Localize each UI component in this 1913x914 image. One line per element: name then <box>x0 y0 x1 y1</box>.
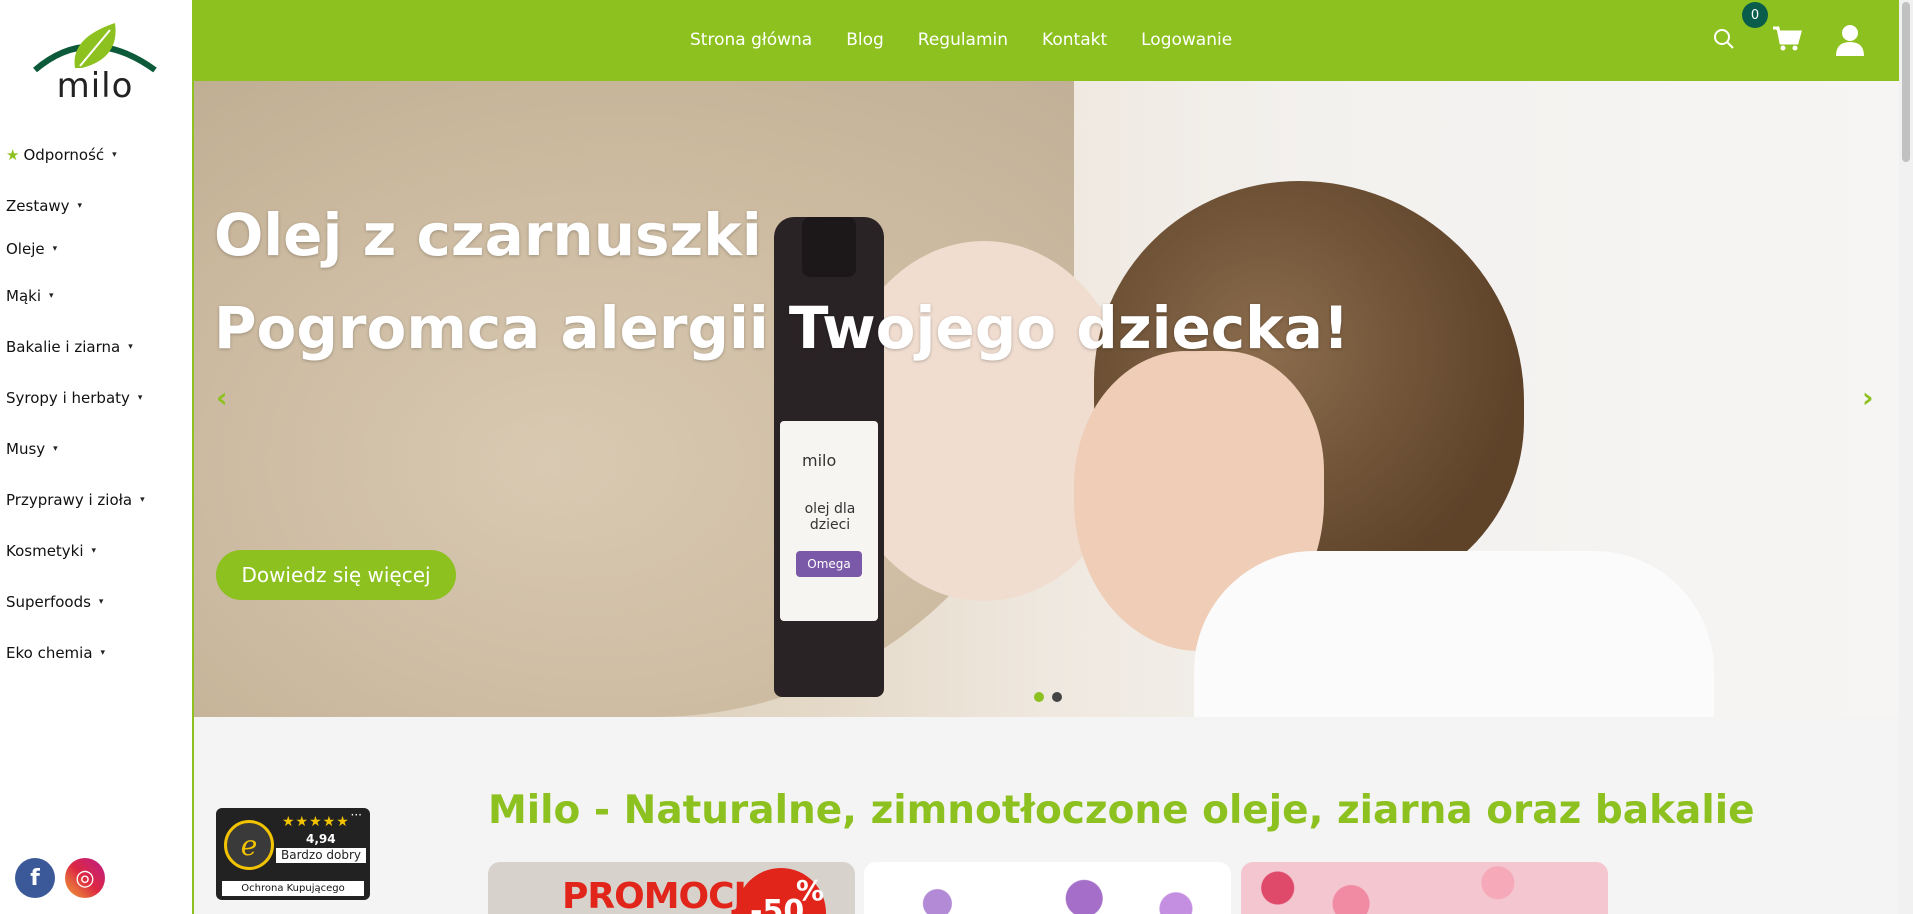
caret-down-icon: ▾ <box>77 201 83 211</box>
sidebar-item-label: Zestawy <box>6 197 70 215</box>
logo-text: milo <box>56 66 134 106</box>
discount-badge: -50 % <box>736 868 826 914</box>
sidebar-item-label: Bakalie i ziarna <box>6 338 121 356</box>
sidebar-item-przyprawy[interactable]: Przyprawy i zioła ▾ <box>6 491 145 509</box>
sidebar-item-oleje[interactable]: Oleje ▾ <box>6 240 57 258</box>
hero-slider: milo olej dla dzieci Omega Olej z czarnu… <box>194 81 1899 717</box>
star-icon: ★ <box>6 146 20 164</box>
flowers-image <box>864 862 1231 914</box>
learn-more-button[interactable]: Dowiedz się więcej <box>216 550 456 600</box>
sidebar-item-label: Przyprawy i zioła <box>6 491 133 509</box>
cart-icon[interactable] <box>1772 26 1802 56</box>
facebook-icon[interactable]: f <box>15 858 55 898</box>
trusted-shops-seal-icon: e <box>224 820 274 870</box>
sidebar-item-zestawy[interactable]: Zestawy ▾ <box>6 197 82 215</box>
section-title: Milo - Naturalne, zimnotłoczone oleje, z… <box>488 788 1755 833</box>
caret-down-icon: ▾ <box>140 495 145 505</box>
product-card-flowers[interactable] <box>864 862 1231 914</box>
main-menu: Strona główna Blog Regulamin Kontakt Log… <box>690 30 1232 50</box>
caret-down-icon: ▾ <box>53 444 58 454</box>
caret-down-icon: ▾ <box>128 342 133 352</box>
sidebar-item-superfoods[interactable]: Superfoods ▾ <box>6 593 103 611</box>
milo-logo[interactable]: milo <box>30 18 160 108</box>
sidebar-item-label: Eko chemia <box>6 644 93 662</box>
sidebar-item-label: Superfoods <box>6 593 91 611</box>
sidebar-item-label: Syropy i herbaty <box>6 389 130 407</box>
caret-down-icon: ▾ <box>137 393 143 403</box>
next-slide-arrow-icon[interactable]: › <box>1862 381 1874 414</box>
caret-down-icon: ▾ <box>91 546 97 556</box>
caret-down-icon: ▾ <box>52 244 58 254</box>
instagram-icon[interactable]: ◎ <box>65 858 105 898</box>
sidebar-item-label: Mąki <box>6 287 41 305</box>
caret-down-icon: ▾ <box>112 150 117 160</box>
sidebar-item-musy[interactable]: Musy ▾ <box>6 440 58 458</box>
scrollbar-thumb[interactable] <box>1902 2 1910 162</box>
bottle-text: olej dla dzieci <box>804 501 856 533</box>
slider-dot-1[interactable] <box>1034 692 1044 702</box>
sidebar-item-kosmetyki[interactable]: Kosmetyki ▾ <box>6 542 96 560</box>
rating-value: 4,94 <box>306 832 336 846</box>
search-icon[interactable] <box>1713 28 1735 54</box>
caret-down-icon: ▾ <box>49 291 54 301</box>
bottle-badge: Omega <box>796 551 862 577</box>
menu-link-logowanie[interactable]: Logowanie <box>1141 30 1232 50</box>
sidebar-item-label: Musy <box>6 440 46 458</box>
top-header: Strona główna Blog Regulamin Kontakt Log… <box>194 0 1899 81</box>
sidebar-item-eko-chemia[interactable]: Eko chemia ▾ <box>6 644 105 662</box>
menu-link-home[interactable]: Strona główna <box>690 30 812 50</box>
product-card-roses[interactable] <box>1241 862 1608 914</box>
hero-title-line2: Pogromca alergii Twojego dziecka! <box>214 294 1350 362</box>
user-icon[interactable] <box>1835 24 1865 60</box>
hero-image-bottle-neck <box>802 217 856 277</box>
prev-slide-arrow-icon[interactable]: ‹ <box>216 381 228 414</box>
sidebar-item-syropy[interactable]: Syropy i herbaty ▾ <box>6 389 142 407</box>
menu-link-kontakt[interactable]: Kontakt <box>1042 30 1107 50</box>
roses-image <box>1241 862 1608 914</box>
sidebar-item-label: Oleje <box>6 240 45 258</box>
slider-dot-2[interactable] <box>1052 692 1062 702</box>
sidebar-item-odpornosc[interactable]: ★ Odporność ▾ <box>6 146 117 164</box>
slider-dots <box>1034 692 1062 702</box>
rating-label: Bardzo dobry <box>276 848 366 863</box>
product-card-promo[interactable]: PROMOCJA -50 % <box>488 862 855 914</box>
cart-count-badge: 0 <box>1742 2 1768 28</box>
sidebar-item-label: Odporność <box>23 146 105 164</box>
hero-title-line1: Olej z czarnuszki <box>214 201 762 269</box>
bottle-logo: milo <box>802 451 837 470</box>
sidebar-item-bakalie[interactable]: Bakalie i ziarna ▾ <box>6 338 133 356</box>
hero-image-boy-shirt <box>1194 551 1714 717</box>
caret-down-icon: ▾ <box>98 597 104 607</box>
sidebar-item-label: Kosmetyki <box>6 542 84 560</box>
page-scrollbar[interactable] <box>1899 0 1913 914</box>
sidebar: milo ★ Odporność ▾ Zestawy ▾ Oleje ▾ Mąk… <box>0 0 194 914</box>
rating-stars: ★★★★★ <box>282 814 350 830</box>
menu-link-blog[interactable]: Blog <box>846 30 884 50</box>
sidebar-item-maki[interactable]: Mąki ▾ <box>6 287 54 305</box>
buyer-protection-label: Ochrona Kupującego <box>222 881 364 896</box>
trusted-shops-badge[interactable]: e ★★★★★ 4,94 Bardzo dobry Ochrona Kupują… <box>216 808 370 900</box>
menu-link-regulamin[interactable]: Regulamin <box>918 30 1008 50</box>
caret-down-icon: ▾ <box>100 648 106 658</box>
more-icon[interactable]: ··· <box>351 808 362 822</box>
